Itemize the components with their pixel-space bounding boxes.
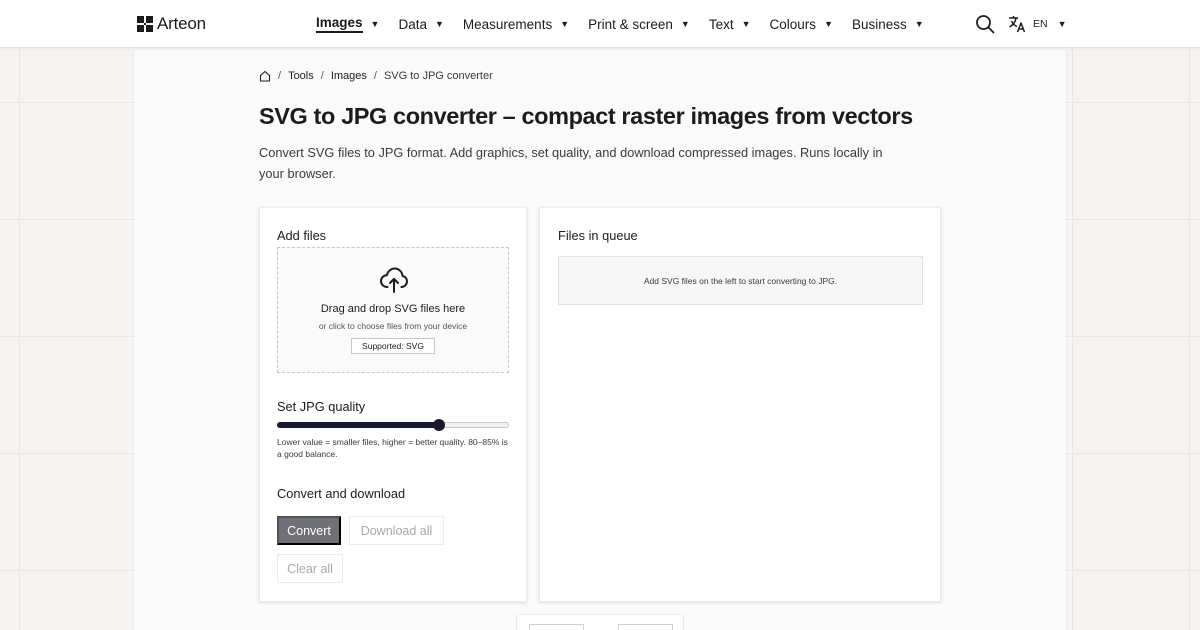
download-all-button[interactable]: Download all: [349, 516, 444, 545]
breadcrumb: / Tools / Images / SVG to JPG converter: [259, 68, 493, 84]
brand-name: Arteon: [157, 14, 206, 33]
quality-slider[interactable]: [277, 419, 509, 431]
quality-hint: Lower value = smaller files, higher = be…: [277, 437, 508, 459]
breadcrumb-images[interactable]: Images: [331, 70, 367, 82]
bottom-button-left[interactable]: [529, 624, 584, 630]
caret-down-icon: ▼: [560, 19, 570, 29]
nav-item-business[interactable]: Business ▼: [852, 0, 924, 48]
caret-down-icon: ▼: [914, 19, 924, 29]
nav-item-images[interactable]: Images ▼: [316, 0, 379, 48]
arteon-logo-icon: [137, 16, 153, 32]
brand-logo[interactable]: Arteon: [137, 13, 206, 35]
language-code: EN: [1033, 18, 1048, 30]
convert-download-heading: Convert and download: [277, 486, 406, 501]
breadcrumb-current: SVG to JPG converter: [383, 70, 493, 82]
nav-item-label: Colours: [769, 16, 817, 32]
caret-down-icon: ▼: [434, 19, 444, 29]
translate-icon: [1009, 16, 1026, 33]
slider-thumb[interactable]: [433, 419, 446, 431]
caret-down-icon: ▼: [741, 19, 751, 29]
top-navigation-bar: Arteon Images ▼ Data ▼ Measurements ▼ Pr…: [0, 0, 1200, 48]
search-icon: [976, 15, 995, 34]
convert-button[interactable]: Convert: [277, 516, 341, 545]
quality-heading: Set JPG quality: [277, 399, 366, 414]
caret-down-icon: ▼: [370, 19, 380, 29]
nav-item-label: Print & screen: [588, 16, 673, 32]
nav-item-label: Images: [316, 15, 363, 33]
page-description: Convert SVG files to JPG format. Add gra…: [259, 145, 883, 181]
queue-heading: Files in queue: [558, 228, 638, 243]
search-button[interactable]: [975, 14, 995, 34]
breadcrumb-separator: /: [278, 70, 282, 82]
nav-item-text[interactable]: Text ▼: [709, 0, 751, 48]
queue-empty-state: Add SVG files on the left to start conve…: [558, 256, 923, 305]
page-title: SVG to JPG converter – compact raster im…: [259, 103, 913, 129]
clear-all-button[interactable]: Clear all: [277, 554, 343, 583]
cloud-upload-icon: [380, 267, 408, 293]
breadcrumb-tools[interactable]: Tools: [288, 70, 314, 82]
breadcrumb-separator: /: [320, 70, 324, 82]
nav-item-data[interactable]: Data ▼: [398, 0, 443, 48]
slider-fill: [277, 422, 440, 428]
bottom-button-right[interactable]: [618, 624, 673, 630]
language-selector[interactable]: EN ▼: [1008, 14, 1067, 34]
file-dropzone[interactable]: Drag and drop SVG files here or click to…: [277, 247, 509, 373]
nav-item-colours[interactable]: Colours ▼: [770, 0, 833, 48]
nav-item-label: Business: [851, 16, 907, 32]
dropzone-title: Drag and drop SVG files here: [320, 303, 466, 315]
main-nav: Images ▼ Data ▼ Measurements ▼ Print & s…: [316, 0, 943, 48]
bottom-controls: [516, 614, 684, 630]
nav-item-measurements[interactable]: Measurements ▼: [463, 0, 569, 48]
nav-item-label: Data: [398, 16, 427, 32]
home-icon[interactable]: [259, 70, 271, 82]
caret-down-icon: ▼: [1057, 19, 1067, 29]
breadcrumb-separator: /: [373, 70, 377, 82]
dropzone-subtitle: or click to choose files from your devic…: [318, 321, 468, 331]
caret-down-icon: ▼: [824, 19, 833, 29]
nav-item-print-screen[interactable]: Print & screen ▼: [588, 0, 690, 48]
add-files-heading: Add files: [277, 228, 327, 243]
nav-item-label: Measurements: [462, 16, 553, 32]
nav-item-label: Text: [708, 16, 734, 32]
supported-format-badge: Supported: SVG: [351, 338, 435, 354]
caret-down-icon: ▼: [680, 19, 690, 29]
